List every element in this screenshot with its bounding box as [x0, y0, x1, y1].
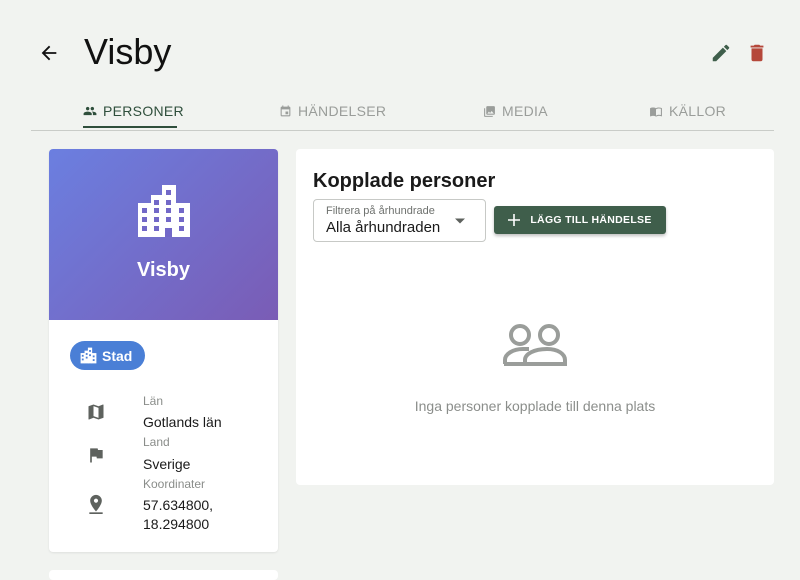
field-label: Koordinater: [143, 477, 206, 491]
tab-media[interactable]: MEDIA: [483, 92, 548, 130]
city-icon: [138, 185, 190, 237]
people-outline-icon: [503, 324, 567, 366]
field-value: Gotlands län: [143, 414, 222, 430]
flag-icon: [85, 444, 107, 466]
field-label: Län: [143, 394, 164, 408]
place-banner: Visby: [49, 149, 278, 320]
plus-icon: [508, 214, 521, 226]
place-type-chip[interactable]: Stad: [70, 341, 146, 370]
field-value: Sverige: [143, 456, 191, 472]
empty-state-text: Inga personer kopplade till denna plats: [414, 398, 656, 414]
tab-personer[interactable]: PERSONER: [83, 92, 184, 130]
filter-label: Filtrera på århundrade: [326, 205, 435, 217]
section-title: Kopplade personer: [313, 170, 496, 192]
linked-persons-card: Kopplade personer Filtrera på århundrade…: [296, 149, 774, 485]
location-pin-icon: [85, 493, 107, 515]
edit-button[interactable]: [706, 38, 736, 68]
century-filter-select[interactable]: Filtrera på århundrade Alla århundraden: [313, 199, 486, 242]
filter-value: Alla århundraden: [326, 219, 441, 236]
add-event-label: LÄGG TILL HÄNDELSE: [530, 214, 652, 226]
city-icon: [80, 347, 97, 364]
place-type-label: Stad: [102, 347, 133, 364]
active-tab-indicator: [83, 126, 177, 128]
pencil-icon: [712, 44, 730, 62]
images-icon: [484, 105, 495, 117]
place-card: Visby Stad Län Gotlands län Land Sverige: [49, 149, 278, 552]
chevron-down-icon: [455, 218, 465, 224]
place-name: Visby: [137, 259, 190, 281]
tab-handelser[interactable]: HÄNDELSER: [279, 92, 386, 130]
page-title: Visby: [84, 31, 172, 72]
add-event-button[interactable]: LÄGG TILL HÄNDELSE: [494, 206, 666, 234]
map-icon: [85, 401, 107, 423]
tab-label: PERSONER: [103, 103, 184, 119]
back-button[interactable]: [34, 38, 64, 68]
tab-label: HÄNDELSER: [298, 103, 387, 119]
secondary-card: [49, 570, 278, 580]
field-label: Land: [143, 435, 170, 449]
book-icon: [650, 106, 662, 117]
tab-kallor[interactable]: KÄLLOR: [649, 92, 726, 130]
delete-button[interactable]: [742, 38, 772, 68]
tab-label: KÄLLOR: [669, 103, 727, 119]
trash-icon: [750, 44, 764, 62]
field-value: 57.634800, 18.294800: [143, 497, 214, 532]
people-icon: [83, 106, 97, 116]
arrow-back-icon: [41, 45, 57, 61]
tab-label: MEDIA: [502, 103, 548, 119]
calendar-icon: [280, 105, 291, 116]
